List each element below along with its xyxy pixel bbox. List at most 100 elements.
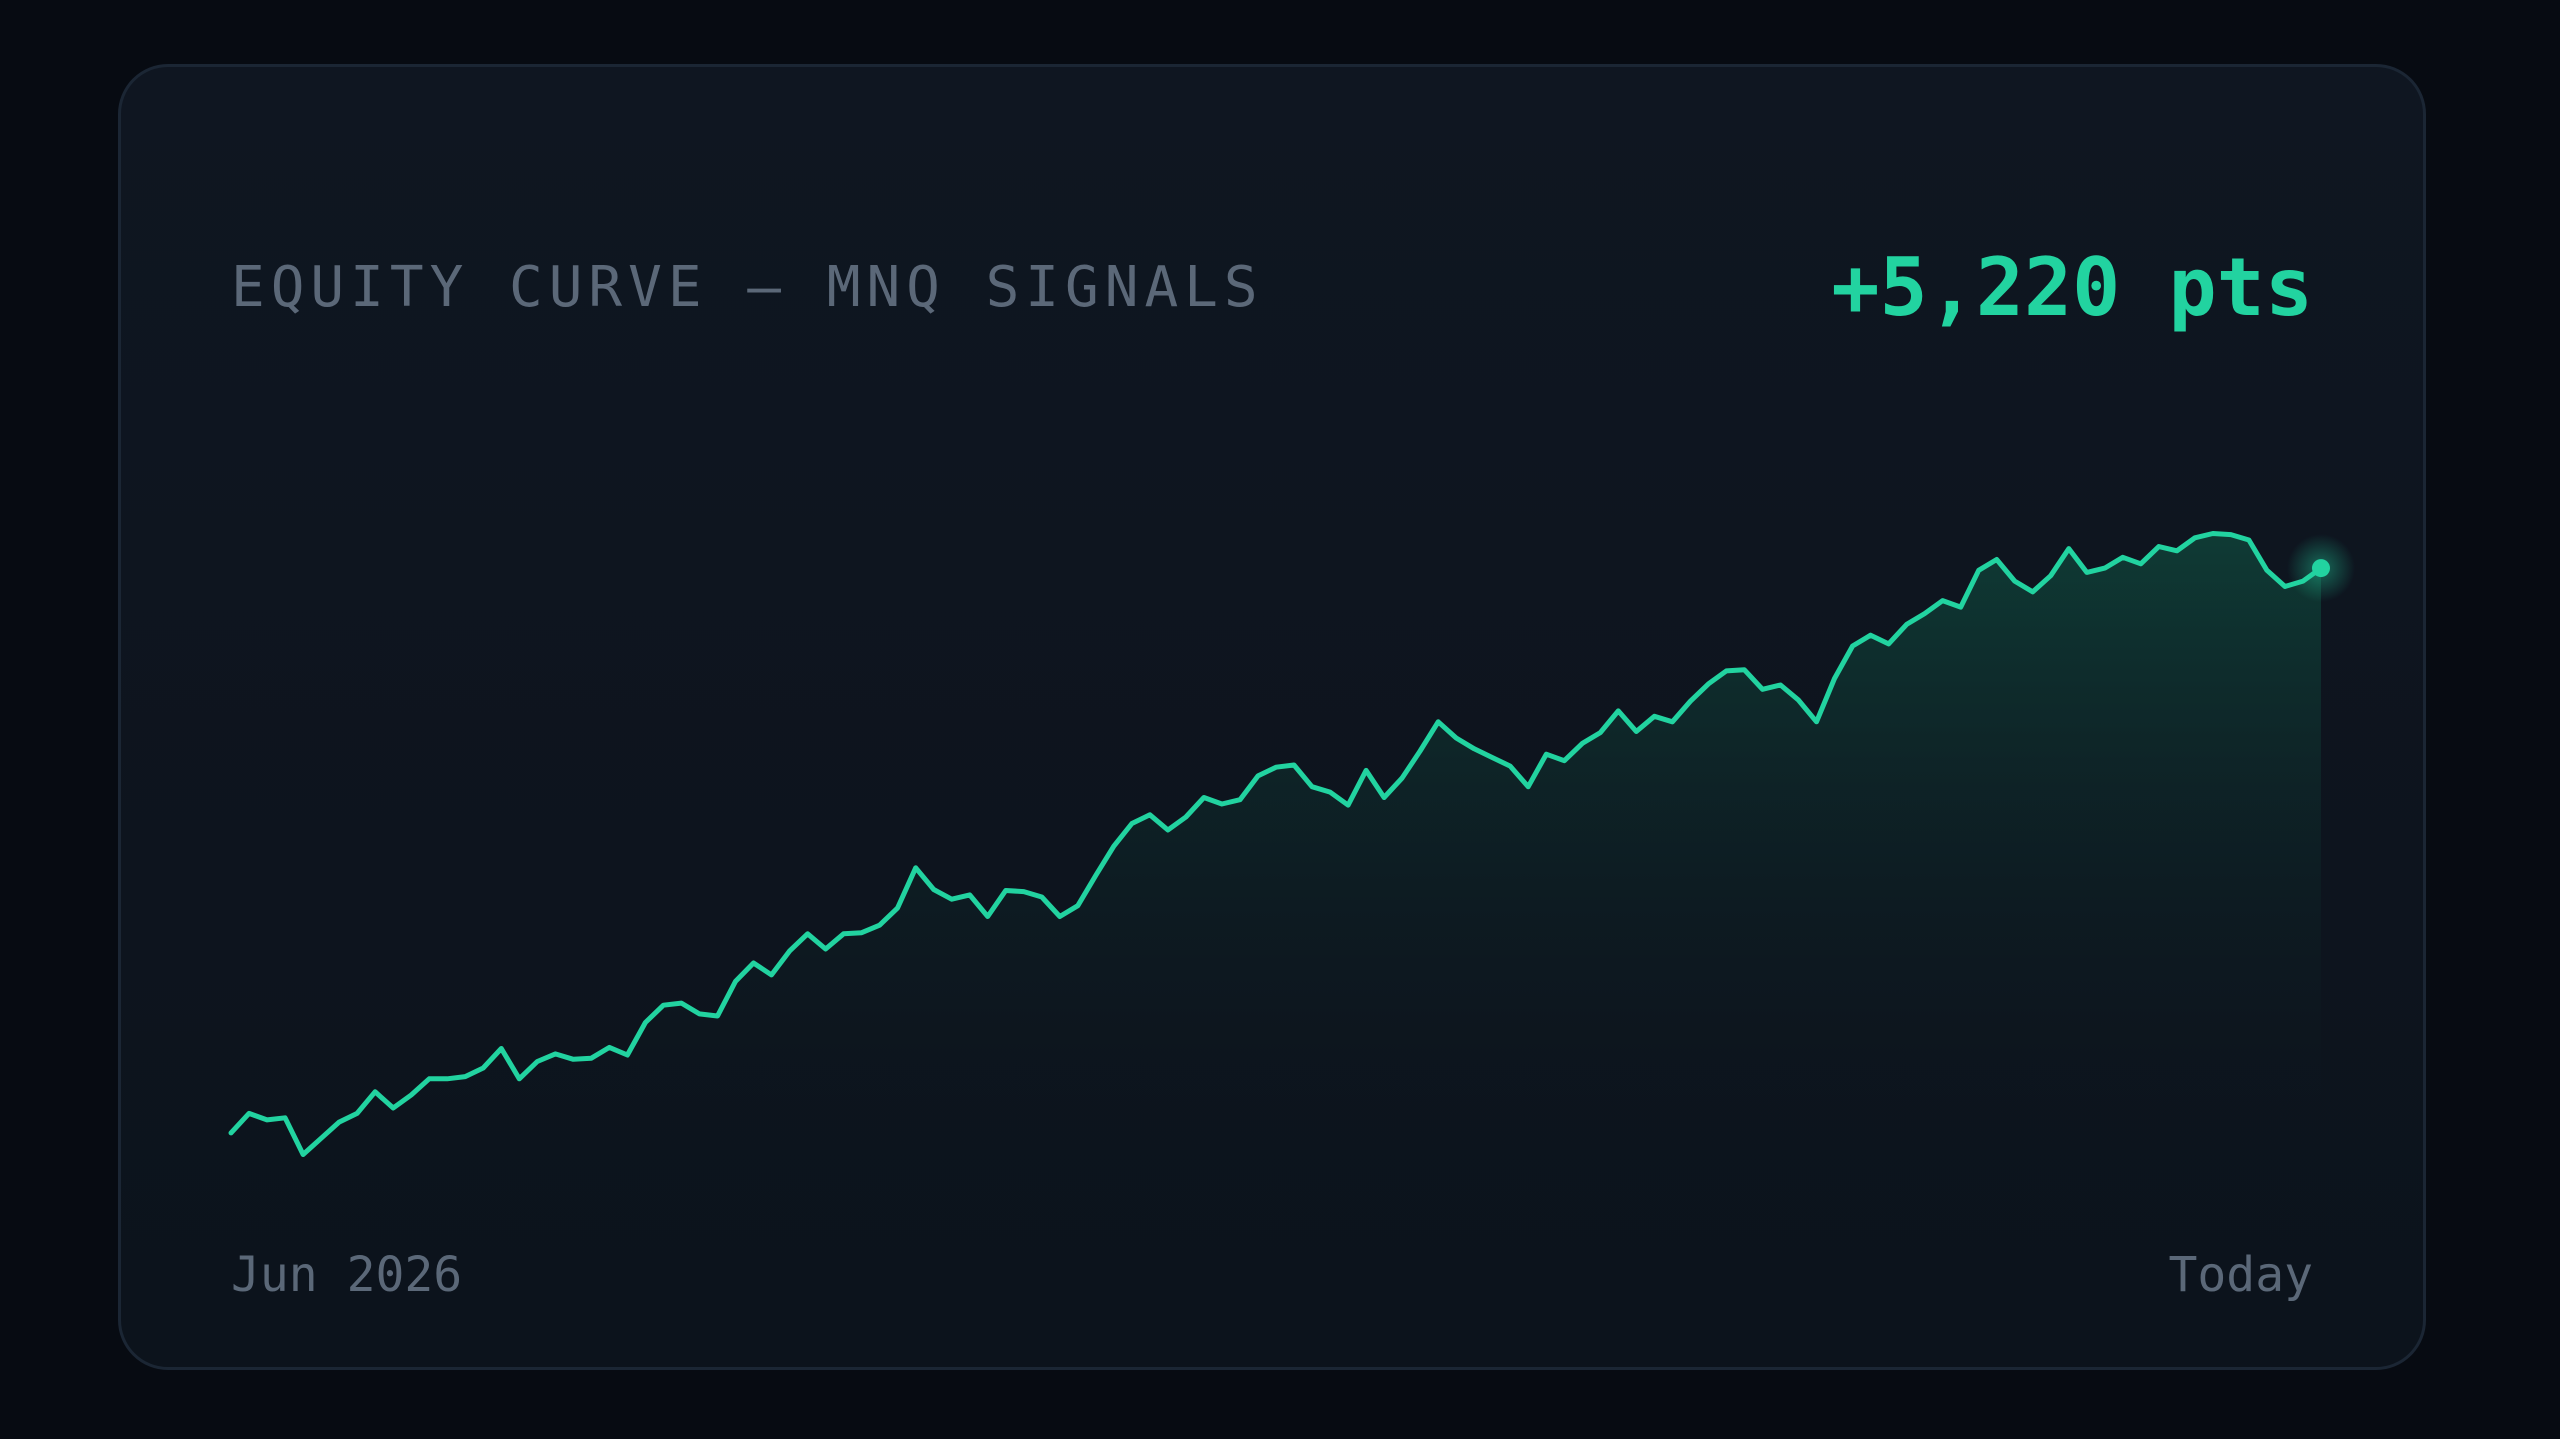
equity-data-point (1472, 747, 1476, 751)
equity-data-point (806, 932, 810, 936)
equity-data-point (679, 1001, 683, 1005)
equity-data-point (1130, 822, 1134, 826)
equity-data-point (1418, 749, 1422, 753)
equity-data-point (1436, 720, 1440, 724)
equity-data-point (2031, 590, 2035, 594)
equity-data-point (1094, 873, 1098, 877)
equity-data-point (2283, 585, 2287, 589)
x-axis-labels: Jun 2026 Today (231, 1247, 2313, 1303)
equity-data-point (535, 1060, 539, 1064)
card-header: EQUITY CURVE — MNQ SIGNALS +5,220 pts (231, 237, 2313, 337)
equity-data-point (625, 1053, 629, 1057)
equity-data-point (355, 1111, 359, 1115)
equity-data-point (337, 1120, 341, 1124)
equity-data-point (409, 1093, 413, 1097)
equity-data-point (1310, 785, 1314, 789)
equity-data-point (1941, 599, 1945, 603)
equity-data-point (373, 1090, 377, 1094)
equity-data-point (1779, 683, 1783, 687)
equity-data-point (1382, 796, 1386, 800)
equity-data-point (1815, 720, 1819, 724)
equity-data-point (1869, 633, 1873, 637)
equity-data-point (878, 923, 882, 927)
equity-data-point (1004, 889, 1008, 893)
equity-data-point (643, 1021, 647, 1025)
equity-data-point (1112, 844, 1116, 848)
equity-data-point (842, 932, 846, 936)
equity-data-point (1959, 605, 1963, 609)
equity-data-point (1905, 622, 1909, 626)
equity-data-point (265, 1118, 269, 1122)
equity-data-point (914, 866, 918, 870)
equity-data-point (1652, 714, 1656, 718)
equity-data-point (1887, 642, 1891, 646)
equity-data-point (2211, 532, 2215, 536)
equity-data-point (1977, 568, 1981, 572)
equity-data-point (1851, 644, 1855, 648)
equity-data-point (896, 906, 900, 910)
equity-data-point (1400, 776, 1404, 780)
equity-data-point (499, 1047, 503, 1051)
equity-data-point (1598, 731, 1602, 735)
equity-data-point (1797, 698, 1801, 702)
equity-data-point (2193, 536, 2197, 540)
equity-data-point (1148, 813, 1152, 817)
equity-data-point (2013, 579, 2017, 583)
equity-data-point (1256, 774, 1260, 778)
equity-data-point (2085, 570, 2089, 574)
equity-data-point (1022, 890, 1026, 894)
equity-data-point (716, 1014, 720, 1018)
equity-data-point (1634, 730, 1638, 734)
equity-data-point (1040, 895, 1044, 899)
equity-data-point (1076, 904, 1080, 908)
x-tick-label-end: Today (2168, 1247, 2314, 1303)
chart-title: EQUITY CURVE — MNQ SIGNALS (231, 254, 1264, 320)
equity-data-point (1923, 612, 1927, 616)
equity-data-point (247, 1111, 251, 1115)
equity-data-point (2175, 549, 2179, 553)
equity-data-point (283, 1116, 287, 1120)
equity-data-point (1688, 699, 1692, 703)
equity-data-point (1220, 802, 1224, 806)
latest-point-marker (2312, 559, 2330, 578)
equity-data-point (2265, 568, 2269, 572)
equity-data-point (824, 947, 828, 951)
equity-data-point (1544, 752, 1548, 756)
equity-data-point (2121, 555, 2125, 559)
equity-data-point (697, 1012, 701, 1016)
equity-data-point (1274, 765, 1278, 769)
equity-data-point (1346, 803, 1350, 807)
equity-data-point (734, 979, 738, 983)
equity-data-point (950, 897, 954, 901)
equity-data-point (1202, 796, 1206, 800)
equity-data-point (229, 1131, 233, 1135)
equity-chart (228, 531, 2355, 1187)
equity-data-point (1364, 768, 1368, 772)
equity-data-point (1508, 764, 1512, 768)
equity-data-point (1490, 756, 1494, 760)
equity-data-point (607, 1045, 611, 1049)
total-points: +5,220 pts (1831, 240, 2313, 334)
equity-data-point (2229, 533, 2233, 537)
equity-data-point (1580, 741, 1584, 745)
equity-data-point (1166, 828, 1170, 832)
x-tick-label-start: Jun 2026 (231, 1247, 463, 1303)
equity-data-point (986, 915, 990, 919)
equity-data-point (1238, 798, 1242, 802)
equity-data-point (932, 888, 936, 892)
equity-data-point (1526, 785, 1530, 789)
equity-data-point (2067, 547, 2071, 551)
equity-data-point (1670, 720, 1674, 724)
equity-data-point (1833, 677, 1837, 681)
equity-data-point (301, 1153, 305, 1157)
equity-data-point (2103, 566, 2107, 570)
equity-data-point (463, 1075, 467, 1079)
equity-data-point (571, 1057, 575, 1061)
equity-data-point (1616, 709, 1620, 713)
equity-data-point (391, 1106, 395, 1110)
equity-data-point (1742, 668, 1746, 672)
equity-data-point (1706, 682, 1710, 686)
equity-data-point (788, 949, 792, 953)
equity-area-fill (231, 533, 2321, 1187)
equity-data-point (752, 961, 756, 965)
